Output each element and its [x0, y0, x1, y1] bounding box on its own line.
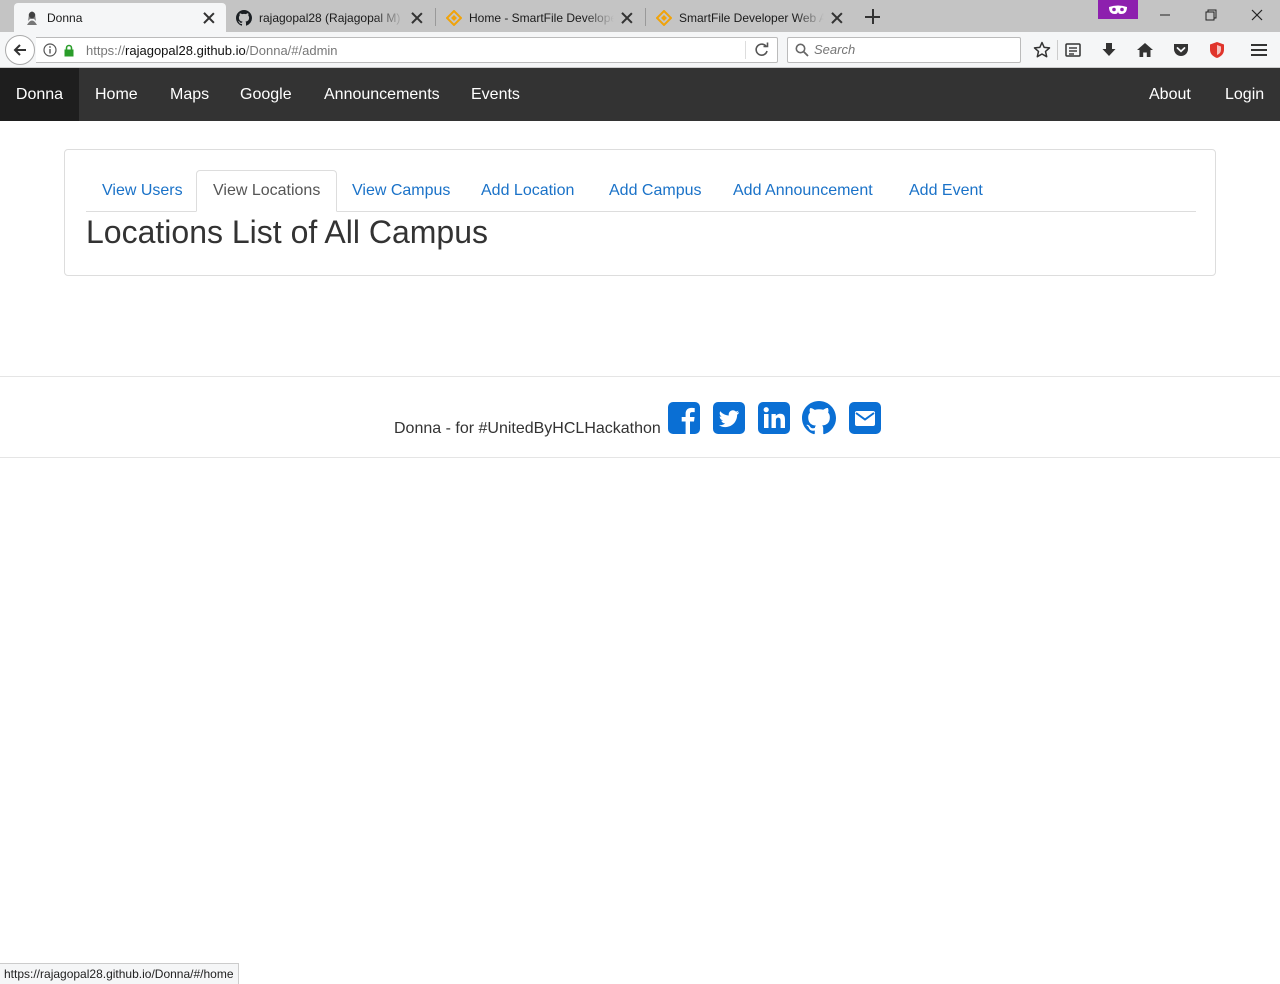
tab-view-users[interactable]: View Users	[86, 170, 199, 212]
nav-link-about[interactable]: About	[1149, 68, 1191, 121]
browser-tab-strip: Donna rajagopal28 (Rajagopal M) · GitHub…	[0, 0, 1280, 32]
close-tab-icon[interactable]	[830, 11, 844, 25]
linkedin-icon[interactable]	[757, 401, 791, 435]
url-text[interactable]: https://rajagopal28.github.io/Donna/#/ad…	[86, 43, 338, 58]
envelope-icon[interactable]	[848, 401, 882, 435]
nav-link-home[interactable]: Home	[95, 68, 138, 121]
close-tab-icon[interactable]	[620, 11, 634, 25]
close-tab-icon[interactable]	[410, 11, 424, 25]
nav-link-announcements[interactable]: Announcements	[324, 68, 440, 121]
download-icon[interactable]	[1098, 39, 1120, 61]
site-navbar: Donna Home Maps Google Announcements Eve…	[0, 68, 1280, 121]
browser-tab-title: SmartFile Developer Web API	[679, 10, 824, 25]
reading-list-icon[interactable]	[1062, 39, 1084, 61]
browser-tab-title: Home - SmartFile Developer	[469, 10, 614, 25]
hamburger-menu-icon[interactable]	[1248, 39, 1270, 61]
browser-tab-title: Donna	[47, 10, 83, 25]
github-icon[interactable]	[802, 401, 836, 435]
close-window-button[interactable]	[1234, 0, 1280, 30]
tab-view-campus[interactable]: View Campus	[336, 170, 466, 212]
tab-view-locations[interactable]: View Locations	[196, 170, 338, 212]
browser-toolbar: https://rajagopal28.github.io/Donna/#/ad…	[0, 32, 1280, 68]
shield-icon[interactable]	[1206, 39, 1228, 61]
footer-bottom-divider	[0, 457, 1280, 458]
toolbar-divider	[1057, 40, 1058, 60]
smartfile-icon	[446, 9, 462, 26]
minimize-window-button[interactable]	[1142, 0, 1188, 30]
back-arrow-icon	[13, 44, 26, 56]
page-title: Locations List of All Campus	[86, 214, 488, 250]
smartfile-icon	[656, 9, 672, 26]
url-protocol: https://	[86, 43, 126, 58]
donna-favicon-icon	[24, 10, 40, 26]
search-icon	[795, 43, 809, 62]
url-path: /Donna/#/admin	[245, 43, 338, 58]
pocket-icon[interactable]	[1170, 39, 1192, 61]
search-input[interactable]	[814, 42, 1014, 57]
bookmark-star-icon[interactable]	[1031, 39, 1053, 61]
browser-tab-github[interactable]: rajagopal28 (Rajagopal M) · GitHub	[226, 3, 434, 32]
brand-link[interactable]: Donna	[0, 68, 79, 121]
secure-lock-icon[interactable]	[63, 44, 75, 62]
tab-add-location[interactable]: Add Location	[465, 170, 590, 212]
nav-link-maps[interactable]: Maps	[170, 68, 209, 121]
nav-link-google[interactable]: Google	[240, 68, 292, 121]
restore-window-button[interactable]	[1188, 0, 1234, 30]
nav-link-events[interactable]: Events	[471, 68, 520, 121]
tab-add-announcement[interactable]: Add Announcement	[717, 170, 889, 212]
browser-tab-donna[interactable]: Donna	[14, 3, 226, 32]
github-icon	[236, 9, 252, 26]
url-domain: rajagopal28.github.io	[125, 43, 246, 58]
url-bar[interactable]: https://rajagopal28.github.io/Donna/#/ad…	[36, 37, 778, 63]
url-bar-divider	[745, 41, 746, 59]
reload-icon[interactable]	[754, 42, 770, 63]
new-tab-button[interactable]	[862, 6, 884, 28]
tab-add-event[interactable]: Add Event	[893, 170, 999, 212]
home-icon[interactable]	[1134, 39, 1156, 61]
footer-top-divider	[0, 376, 1280, 377]
browser-tab-smartfile-api[interactable]: SmartFile Developer Web API	[646, 3, 854, 32]
facebook-icon[interactable]	[667, 401, 701, 435]
tab-add-campus[interactable]: Add Campus	[593, 170, 718, 212]
admin-panel: View Users View Locations View Campus Ad…	[64, 149, 1216, 276]
back-button[interactable]	[5, 35, 35, 65]
info-icon[interactable]	[43, 43, 57, 62]
search-bar[interactable]	[787, 37, 1021, 63]
browser-tab-smartfile-home[interactable]: Home - SmartFile Developer	[436, 3, 644, 32]
browser-tab-title: rajagopal28 (Rajagopal M) · GitHub	[259, 10, 404, 25]
status-url-tooltip: https://rajagopal28.github.io/Donna/#/ho…	[0, 963, 239, 984]
close-tab-icon[interactable]	[202, 11, 216, 25]
private-browsing-mask-icon	[1098, 0, 1138, 19]
footer-text: Donna - for #UnitedByHCLHackathon	[394, 420, 661, 437]
nav-link-login[interactable]: Login	[1225, 68, 1264, 121]
twitter-icon[interactable]	[712, 401, 746, 435]
